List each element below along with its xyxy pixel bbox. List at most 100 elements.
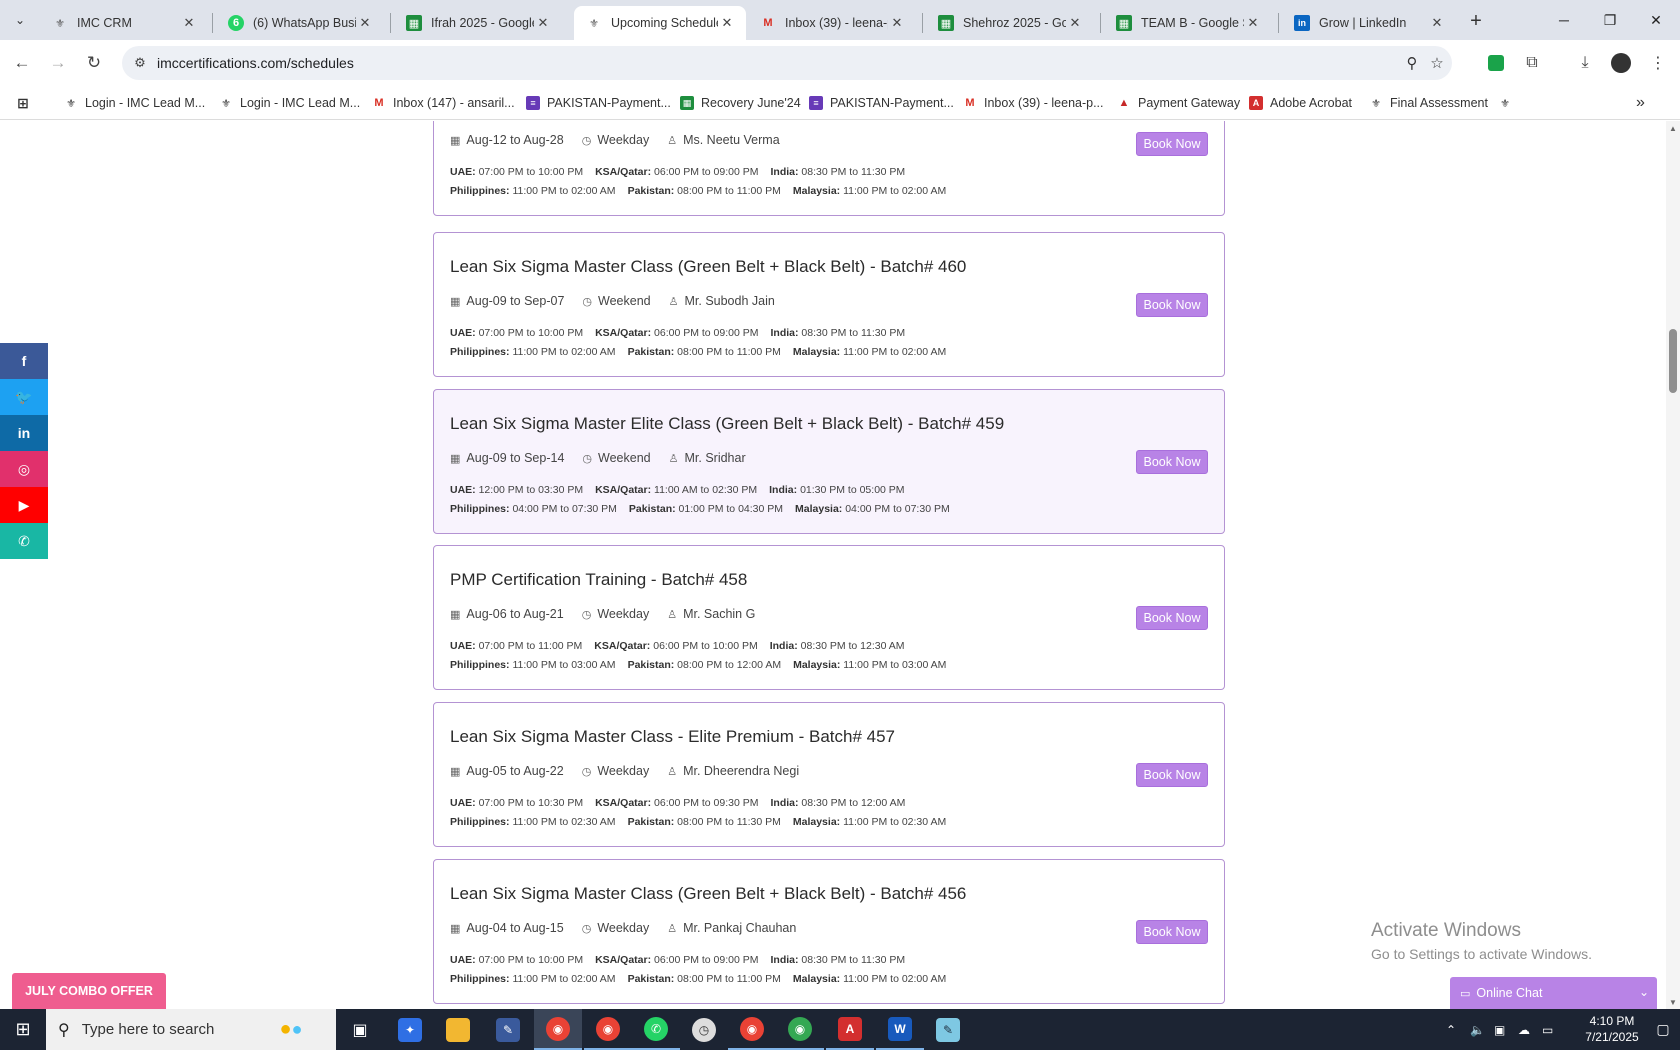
chat-label: Online Chat — [1476, 986, 1543, 1000]
app-tray-icon[interactable]: ▣ — [1494, 1009, 1505, 1050]
minimize-icon[interactable]: ─ — [1541, 0, 1587, 40]
google-sheets-icon: ▦ — [680, 96, 694, 110]
tab-imc-crm[interactable]: ⚜ IMC CRM ✕ — [40, 6, 208, 40]
close-icon[interactable]: ✕ — [1244, 14, 1262, 32]
volume-icon[interactable]: 🔈 — [1470, 1009, 1485, 1050]
tab-whatsapp-business[interactable]: 6 (6) WhatsApp Business ✕ — [216, 6, 384, 40]
scroll-down-icon[interactable]: ▼ — [1666, 995, 1680, 1009]
balloons-widget-icon[interactable]: ● ● — [252, 1009, 330, 1050]
imc-icon: ⚜ — [55, 17, 65, 30]
close-icon[interactable]: ✕ — [1428, 14, 1446, 32]
twitter-icon[interactable]: 🐦 — [0, 379, 48, 415]
bookmark-adobe-acrobat[interactable]: A Adobe Acrobat — [1249, 93, 1352, 113]
whatsapp-business-icon: 6 — [228, 15, 244, 31]
file-explorer-icon[interactable] — [434, 1009, 482, 1050]
cloud-icon[interactable]: ☁ — [1518, 1009, 1530, 1050]
close-icon[interactable]: ✕ — [1066, 14, 1084, 32]
apps-grid-icon[interactable]: ⊞ — [16, 93, 37, 113]
new-tab-button[interactable]: + — [1463, 8, 1489, 34]
book-now-button[interactable]: Book Now — [1136, 606, 1208, 630]
site-info-icon[interactable]: ⚙ — [130, 53, 150, 73]
bookmark-pakistan-payment-1[interactable]: ≡ PAKISTAN-Payment... — [526, 93, 671, 113]
online-chat-widget[interactable]: ▭ Online Chat ⌄ — [1450, 977, 1657, 1009]
july-combo-offer-button[interactable]: JULY COMBO OFFER — [12, 973, 166, 1009]
scroll-thumb[interactable] — [1669, 329, 1677, 393]
bookmark-payment-gateway[interactable]: ▲ Payment Gateway — [1117, 93, 1241, 113]
chrome-third-icon[interactable]: ◉ — [776, 1009, 824, 1050]
close-icon[interactable]: ✕ — [356, 14, 374, 32]
bookmarks-overflow-icon[interactable]: » — [1636, 93, 1645, 113]
instagram-icon[interactable]: ◎ — [0, 451, 48, 487]
youtube-icon[interactable]: ▶ — [0, 487, 48, 523]
restore-icon[interactable]: ❐ — [1587, 0, 1633, 40]
bookmark-login-imc-1[interactable]: ⚜ Login - IMC Lead M... — [64, 93, 205, 113]
timezone-row: Philippines: 11:00 PM to 02:00 AM Pakist… — [450, 185, 947, 197]
book-now-button[interactable]: Book Now — [1136, 450, 1208, 474]
tab-upcoming-schedules[interactable]: ⚜ Upcoming Schedules ✕ — [574, 6, 746, 40]
tab-title: Ifrah 2025 - Google Sheets — [431, 16, 534, 30]
book-now-button[interactable]: Book Now — [1136, 293, 1208, 317]
tab-shehroz-sheet[interactable]: ▦ Shehroz 2025 - Google Sheets ✕ — [926, 6, 1094, 40]
taskbar-clock[interactable]: 4:10 PM 7/21/2025 — [1582, 1013, 1642, 1045]
back-icon[interactable]: ← — [8, 49, 36, 77]
tab-inbox-leena[interactable]: M Inbox (39) - leena-p ✕ — [748, 6, 916, 40]
tray-chevron-icon[interactable]: ⌃ — [1446, 1009, 1456, 1050]
reload-icon[interactable]: ↻ — [80, 49, 108, 77]
course-title: Lean Six Sigma Master Class (Green Belt … — [450, 884, 967, 903]
address-bar[interactable]: ⚙ imccertifications.com/schedules ⚲ ☆ — [122, 46, 1452, 80]
bookmark-star-icon[interactable]: ☆ — [1427, 53, 1447, 73]
bookmark-inbox-leena[interactable]: M Inbox (39) - leena-p... — [963, 93, 1103, 113]
copilot-icon[interactable]: ✦ — [386, 1009, 434, 1050]
book-now-button[interactable]: Book Now — [1136, 920, 1208, 944]
chrome-icon[interactable]: ◉ — [534, 1009, 582, 1050]
page-scrollbar[interactable]: ▲ ▼ — [1666, 121, 1680, 1009]
bookmark-final-assessment[interactable]: ⚜ Final Assessment — [1369, 93, 1488, 113]
close-icon[interactable]: ✕ — [534, 14, 552, 32]
task-view-icon[interactable]: ▣ — [336, 1009, 384, 1050]
window-close-icon[interactable]: ✕ — [1633, 0, 1679, 40]
browser-tab-strip: ⌄ ⚜ IMC CRM ✕ 6 (6) WhatsApp Business ✕ … — [0, 0, 1680, 40]
word-app-icon[interactable]: W — [876, 1009, 924, 1050]
chrome-profile-icon[interactable]: ◉ — [584, 1009, 632, 1050]
book-now-button[interactable]: Book Now — [1136, 132, 1208, 156]
bookmark-imc-extra[interactable]: ⚜ — [1498, 93, 1519, 113]
imc-icon: ⚜ — [1371, 97, 1381, 110]
tab-linkedin[interactable]: in Grow | LinkedIn ✕ — [1282, 6, 1456, 40]
close-icon[interactable]: ✕ — [718, 14, 736, 32]
linkedin-icon[interactable]: in — [0, 415, 48, 451]
bookmark-pakistan-payment-2[interactable]: ≡ PAKISTAN-Payment... — [809, 93, 954, 113]
extensions-puzzle-icon[interactable]: ⧉ — [1520, 51, 1544, 75]
chrome-second-icon[interactable]: ◉ — [728, 1009, 776, 1050]
extension-icon[interactable] — [1484, 51, 1508, 75]
close-icon[interactable]: ✕ — [888, 14, 906, 32]
tab-search-icon[interactable]: ⌄ — [8, 8, 32, 32]
bookmark-recovery-june[interactable]: ▦ Recovery June'24 — [680, 93, 801, 113]
imc-icon: ⚜ — [221, 97, 231, 110]
whatsapp-icon[interactable]: ✆ — [0, 523, 48, 559]
facebook-icon[interactable]: f — [0, 343, 48, 379]
tab-ifrah-sheet[interactable]: ▦ Ifrah 2025 - Google Sheets ✕ — [394, 6, 562, 40]
bookmark-inbox-ansari[interactable]: M Inbox (147) - ansaril... — [372, 93, 514, 113]
chevron-down-icon[interactable]: ⌄ — [1639, 985, 1649, 999]
notepad-app-icon[interactable]: ✎ — [924, 1009, 972, 1050]
book-now-button[interactable]: Book Now — [1136, 763, 1208, 787]
scroll-up-icon[interactable]: ▲ — [1666, 121, 1680, 135]
tab-title: Upcoming Schedules — [611, 16, 718, 30]
notifications-icon[interactable]: ▢ — [1646, 1009, 1680, 1050]
download-icon[interactable]: ⤓ — [1573, 51, 1597, 75]
clock-app-icon[interactable]: ◷ — [680, 1009, 728, 1050]
calendar-icon: ▦ — [450, 765, 461, 778]
tab-team-b-sheet[interactable]: ▦ TEAM B - Google Sheets ✕ — [1104, 6, 1272, 40]
close-icon[interactable]: ✕ — [180, 14, 198, 32]
bookmark-login-imc-2[interactable]: ⚜ Login - IMC Lead M... — [219, 93, 360, 113]
network-icon[interactable]: ▭ — [1542, 1009, 1553, 1050]
profile-avatar-icon[interactable] — [1609, 51, 1633, 75]
zoom-icon[interactable]: ⚲ — [1402, 53, 1422, 73]
schedule-meta: ▦ Aug-09 to Sep-07 ◷ Weekend ♙ Mr. Subodh J… — [450, 294, 775, 308]
app-icon[interactable]: ✎ — [484, 1009, 532, 1050]
windows-start-icon[interactable]: ⊞ — [0, 1009, 46, 1050]
browser-menu-icon[interactable]: ⋮ — [1646, 51, 1670, 75]
forward-icon[interactable]: → — [44, 49, 72, 77]
acrobat-app-icon[interactable]: A — [826, 1009, 874, 1050]
whatsapp-app-icon[interactable]: ✆ — [632, 1009, 680, 1050]
